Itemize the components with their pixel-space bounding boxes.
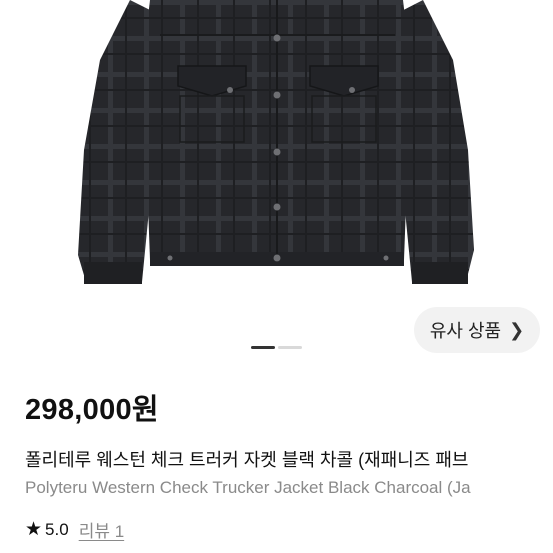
- similar-products-button[interactable]: 유사 상품 ❯: [414, 307, 540, 353]
- product-rating: ★ 5.0 리뷰 1: [25, 517, 124, 542]
- jacket-photo: [78, 0, 474, 284]
- pager-dot-active[interactable]: [251, 346, 275, 349]
- review-count-link[interactable]: 리뷰 1: [79, 517, 124, 542]
- product-title-korean: 폴리테루 웨스턴 체크 트러커 자켓 블랙 차콜 (재패니즈 패브: [25, 450, 469, 470]
- product-image[interactable]: [0, 0, 553, 345]
- product-price: 298,000원: [25, 394, 159, 426]
- title-fade-overlay: [483, 440, 553, 500]
- star-icon: ★: [25, 519, 43, 540]
- chevron-right-icon: ❯: [509, 319, 525, 340]
- rating-score: 5.0: [45, 519, 69, 539]
- pager-dot[interactable]: [278, 346, 302, 349]
- gallery-pager: [251, 346, 302, 350]
- similar-products-label: 유사 상품: [429, 321, 502, 341]
- product-title-english: Polyteru Western Check Trucker Jacket Bl…: [25, 478, 471, 497]
